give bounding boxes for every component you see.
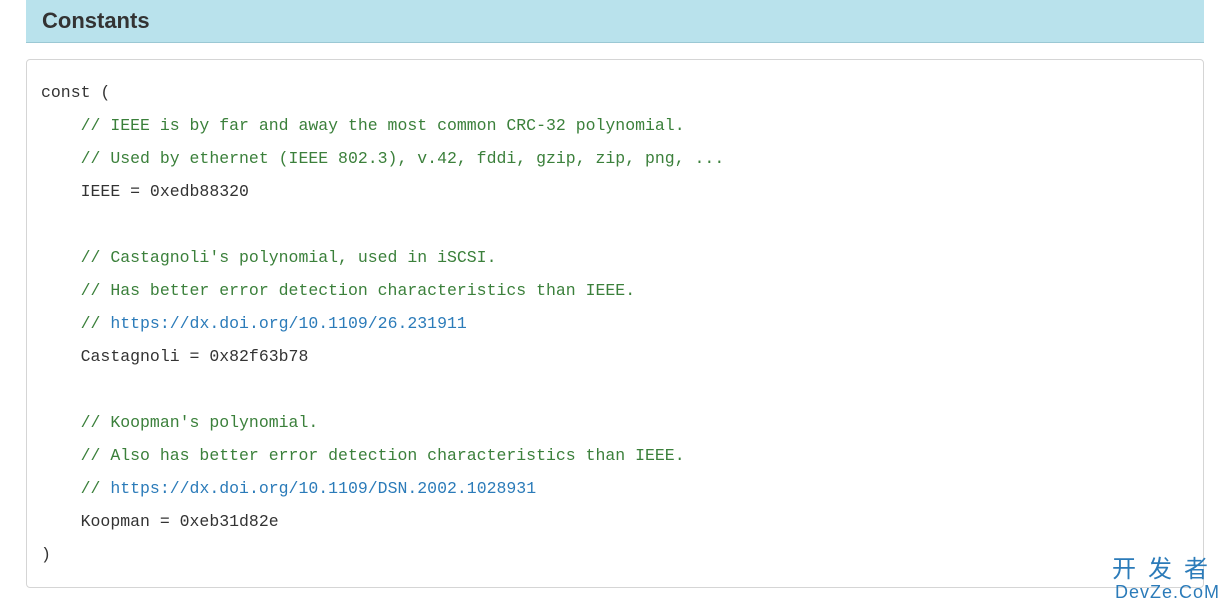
code-const-close: ) [41, 545, 51, 564]
watermark: 开发者 DevZe.CoM [1112, 557, 1220, 603]
code-ieee-def: IEEE = 0xedb88320 [81, 182, 249, 201]
section-header: Constants [26, 0, 1204, 43]
code-castagnoli-link[interactable]: https://dx.doi.org/10.1109/26.231911 [110, 314, 466, 333]
section-title: Constants [42, 8, 1188, 34]
code-koopman-comment1: // Koopman's polynomial. [81, 413, 319, 432]
code-koopman-link-prefix: // [81, 479, 111, 498]
code-const-open: const ( [41, 83, 110, 102]
code-castagnoli-link-prefix: // [81, 314, 111, 333]
code-castagnoli-comment1: // Castagnoli's polynomial, used in iSCS… [81, 248, 497, 267]
code-koopman-def: Koopman = 0xeb31d82e [81, 512, 279, 531]
code-castagnoli-def: Castagnoli = 0x82f63b78 [81, 347, 309, 366]
watermark-cn: 开发者 [1112, 557, 1220, 583]
code-castagnoli-comment2: // Has better error detection characteri… [81, 281, 636, 300]
code-block: const ( // IEEE is by far and away the m… [26, 59, 1204, 588]
code-koopman-link[interactable]: https://dx.doi.org/10.1109/DSN.2002.1028… [110, 479, 536, 498]
code-ieee-comment1: // IEEE is by far and away the most comm… [81, 116, 685, 135]
code-koopman-comment2: // Also has better error detection chara… [81, 446, 685, 465]
code-ieee-comment2: // Used by ethernet (IEEE 802.3), v.42, … [81, 149, 725, 168]
watermark-en: DevZe.CoM [1112, 583, 1220, 603]
